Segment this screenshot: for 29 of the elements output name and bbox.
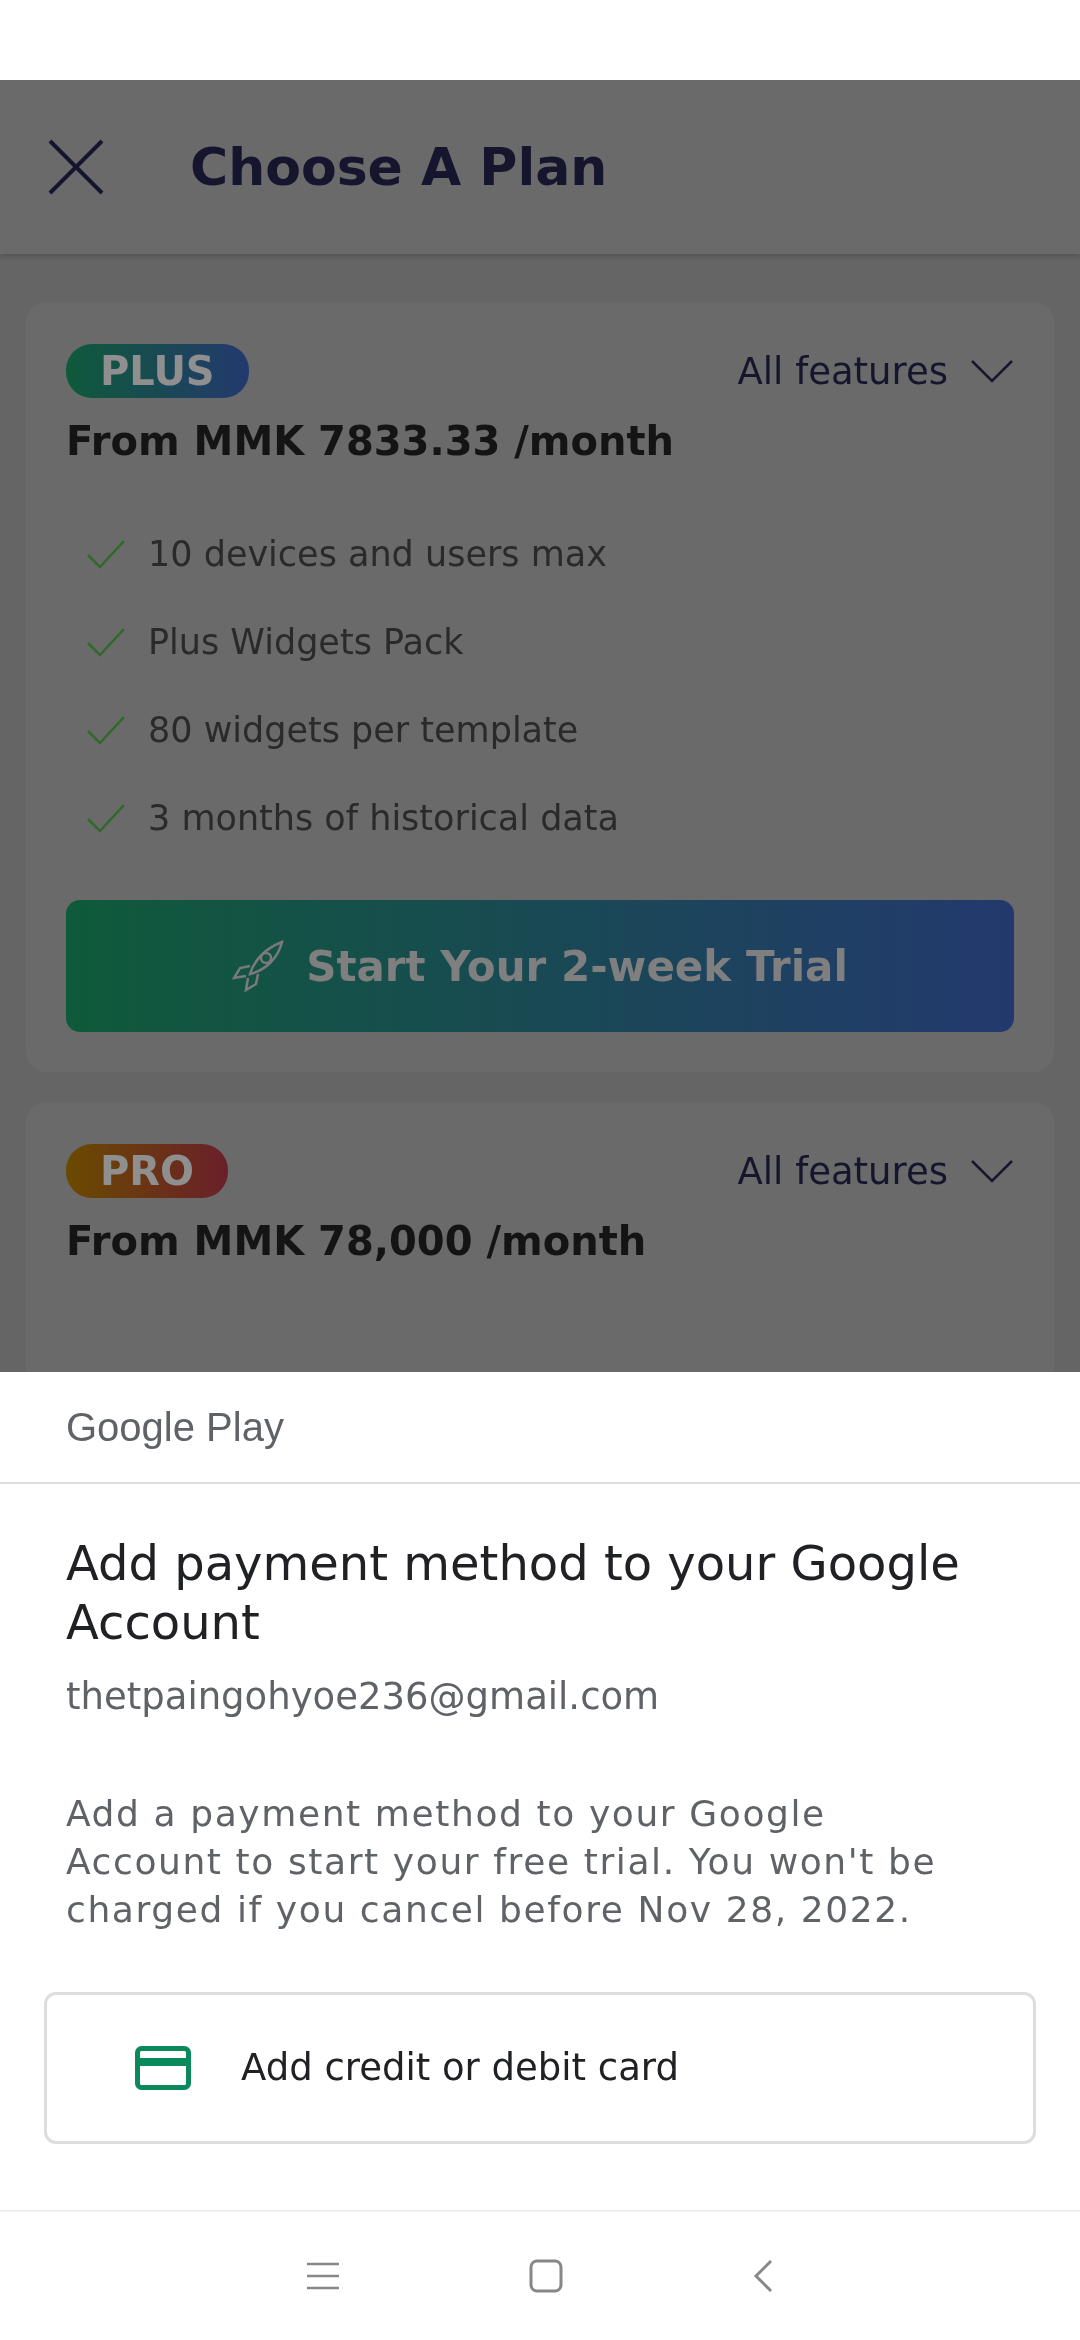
feature-text: 80 widgets per template <box>148 710 579 750</box>
feature-text: 3 months of historical data <box>148 798 619 838</box>
plan-price: From MMK 78,000 /month <box>66 1218 648 1264</box>
credit-card-icon <box>135 2045 191 2090</box>
features-toggle[interactable]: All features <box>737 1149 1014 1193</box>
sheet-description: Add a payment method to your Google Account to start your free trial. You won't be charged if you cancel before Nov 28, 2022. <box>65 1792 938 1932</box>
chevron-down-icon <box>970 1159 1014 1183</box>
chevron-down-icon <box>970 359 1014 383</box>
feature-text: 10 devices and users max <box>148 534 607 574</box>
sheet-title: Add payment method to your Google Account <box>65 1534 961 1652</box>
features-toggle[interactable]: All features <box>737 349 1014 393</box>
check-icon <box>86 627 126 657</box>
home-icon[interactable] <box>529 2259 563 2293</box>
check-icon <box>86 715 126 745</box>
brand-name: Google Play <box>0 1372 1080 1484</box>
check-icon <box>86 803 126 833</box>
rocket-icon <box>232 940 285 992</box>
menu-icon[interactable] <box>307 2262 339 2290</box>
account-email: thetpaingohyoe236@gmail.com <box>65 1675 661 1719</box>
back-icon[interactable] <box>753 2259 773 2293</box>
close-icon[interactable] <box>48 139 104 195</box>
add-card-button[interactable]: Add credit or debit card <box>44 1991 1036 2144</box>
page-title: Choose A Plan <box>190 137 608 197</box>
feature-text: Plus Widgets Pack <box>148 622 464 662</box>
plan-price: From MMK 7833.33 /month <box>66 418 676 464</box>
start-trial-button[interactable]: Start Your 2-week Trial <box>66 900 1014 1032</box>
check-icon <box>86 539 126 569</box>
plan-badge: PRO <box>66 1144 229 1198</box>
plan-badge: PLUS <box>66 344 249 398</box>
